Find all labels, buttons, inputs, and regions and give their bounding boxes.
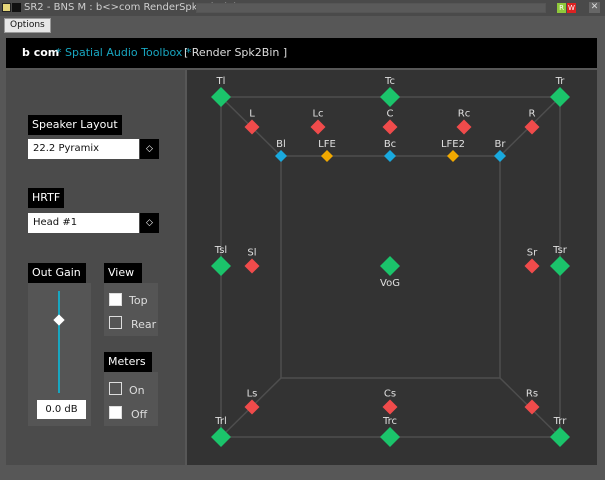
speaker-label-tl: Tl	[216, 76, 226, 87]
speaker-label-tr: Tr	[555, 76, 566, 87]
speaker-label-sr: Sr	[527, 248, 538, 259]
speaker-label-r: R	[529, 109, 536, 120]
speaker-layout-label: Speaker Layout	[28, 115, 122, 135]
speaker-label-lfe2: LFE2	[441, 139, 465, 150]
window-icon	[2, 3, 11, 12]
speaker-tsr	[550, 256, 570, 276]
speaker-map-svg: Tl Tc Tr L Lc C Rc R Bl LFE Bc LFE2 Br Tsl Sl VoG Sr Tsr L…	[211, 76, 570, 447]
view-label: View	[104, 263, 142, 283]
speaker-trc	[380, 427, 400, 447]
speaker-c	[382, 119, 398, 135]
hrtf-select[interactable]: Head #1	[28, 213, 139, 233]
speaker-rs	[524, 399, 540, 415]
view-box: Top Rear	[104, 283, 158, 336]
speaker-map: Tl Tc Tr L Lc C Rc R Bl LFE Bc LFE2 Br Tsl Sl VoG Sr Tsr L…	[187, 70, 597, 465]
speaker-label-tsl: Tsl	[214, 245, 227, 256]
gain-value-field[interactable]: 0.0 dB	[37, 400, 86, 419]
speaker-label-br: Br	[495, 139, 507, 150]
speaker-vog	[380, 256, 400, 276]
speaker-sl	[244, 258, 260, 274]
speaker-cs	[382, 399, 398, 415]
title-bar-field	[196, 3, 546, 13]
speaker-tc	[380, 87, 400, 107]
meters-box: On Off	[104, 372, 158, 426]
speaker-label-trl: Trl	[214, 416, 227, 427]
view-rear-label: Rear	[131, 318, 157, 331]
speaker-layout-select[interactable]: 22.2 Pyramix	[28, 139, 139, 159]
view-top-checkbox[interactable]	[109, 293, 122, 306]
gain-slider-track[interactable]	[58, 291, 60, 393]
chevron-updown-icon[interactable]: ◇	[140, 139, 159, 159]
speaker-lfe	[321, 150, 333, 162]
speaker-lfe2	[447, 150, 459, 162]
speaker-r	[524, 119, 540, 135]
speaker-label-bc: Bc	[384, 139, 396, 150]
speaker-label-cs: Cs	[384, 389, 396, 400]
view-rear-checkbox[interactable]	[109, 316, 122, 329]
out-gain-label: Out Gain	[28, 263, 86, 283]
speaker-bc	[384, 150, 396, 162]
speaker-label-trr: Trr	[553, 416, 568, 427]
meters-off-checkbox[interactable]	[109, 406, 122, 419]
speaker-label-lc: Lc	[312, 109, 323, 120]
speaker-label-lfe: LFE	[318, 139, 336, 150]
speaker-label-ls: Ls	[247, 389, 258, 400]
chevron-updown-icon[interactable]: ◇	[140, 213, 159, 233]
view-top-label: Top	[129, 294, 148, 307]
speaker-sr	[524, 258, 540, 274]
close-icon[interactable]: ✕	[589, 2, 600, 13]
out-gain-box: 0.0 dB	[28, 283, 91, 426]
meters-on-label: On	[129, 384, 145, 397]
speaker-label-vog: VoG	[380, 278, 400, 289]
speaker-label-tsr: Tsr	[552, 245, 568, 256]
plugin-header: b com * Spatial Audio Toolbox * [ Render…	[6, 38, 597, 68]
speaker-label-trc: Trc	[382, 416, 397, 427]
speaker-label-tc: Tc	[384, 76, 395, 87]
speaker-lc	[310, 119, 326, 135]
speaker-rc	[456, 119, 472, 135]
bcom-logo: b com	[22, 46, 60, 59]
title-bar: SR2 - BNS M : b<>com RenderSpk2Bin (1) R…	[0, 0, 605, 16]
toolbox-title: * Spatial Audio Toolbox *	[56, 46, 192, 59]
gain-slider-thumb[interactable]	[53, 313, 65, 326]
speaker-label-bl: Bl	[276, 139, 286, 150]
controls-panel: Speaker Layout 22.2 Pyramix ◇ HRTF Head …	[6, 70, 185, 465]
meters-on-checkbox[interactable]	[109, 382, 122, 395]
speaker-label-l: L	[249, 109, 255, 120]
speaker-label-c: C	[387, 109, 394, 120]
meters-label: Meters	[104, 352, 152, 372]
options-button[interactable]: Options	[4, 18, 51, 33]
speaker-label-rc: Rc	[458, 109, 470, 120]
meters-off-label: Off	[131, 408, 148, 421]
w-button[interactable]: W	[567, 3, 576, 13]
window-icon-dark	[12, 3, 21, 12]
plugin-title: [ Render Spk2Bin ]	[184, 46, 288, 59]
hrtf-label: HRTF	[28, 188, 65, 208]
speaker-label-sl: Sl	[247, 248, 256, 259]
speaker-tsl	[211, 256, 231, 276]
r-button[interactable]: R	[557, 3, 566, 13]
speaker-label-rs: Rs	[526, 389, 538, 400]
